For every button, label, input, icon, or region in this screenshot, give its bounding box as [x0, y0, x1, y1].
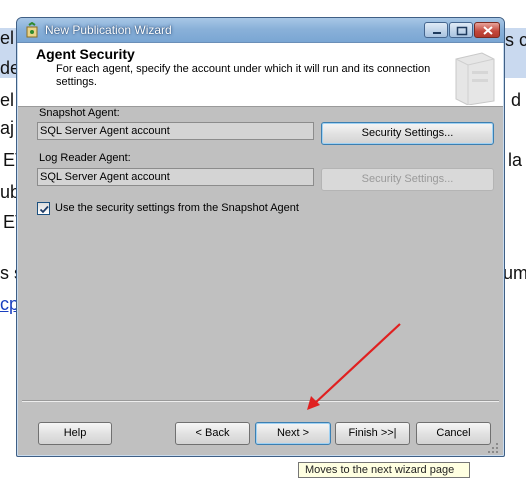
bg-text-fragment: el: [0, 28, 15, 48]
page-description: For each agent, specify the account unde…: [56, 63, 431, 88]
log-reader-agent-label: Log Reader Agent:: [39, 152, 131, 164]
bg-text-fragment: s c: [505, 30, 526, 50]
log-reader-security-settings-button[interactable]: Security Settings...: [321, 168, 494, 191]
snapshot-security-settings-button[interactable]: Security Settings...: [321, 122, 494, 145]
snapshot-agent-label: Snapshot Agent:: [39, 107, 120, 119]
window-title: New Publication Wizard: [45, 23, 172, 37]
bg-text-fragment: um: [503, 263, 526, 283]
minimize-icon: [433, 32, 441, 34]
close-button[interactable]: [474, 22, 500, 38]
bg-text-fragment: d: [511, 90, 522, 110]
maximize-button[interactable]: [449, 22, 473, 38]
resize-grip-icon[interactable]: [487, 442, 499, 454]
page-title: Agent Security: [36, 46, 135, 62]
new-publication-wizard-window: New Publication Wizard Agent Security Fo…: [16, 17, 505, 457]
use-snapshot-settings-checkbox[interactable]: [37, 202, 50, 215]
bg-text-fragment: aj: [0, 118, 15, 138]
checkmark-icon: [39, 205, 49, 214]
bg-text-fragment: el: [0, 90, 15, 110]
minimize-button[interactable]: [424, 22, 448, 38]
finish-button[interactable]: Finish >>|: [335, 422, 410, 445]
wizard-app-icon: [26, 22, 38, 38]
log-reader-agent-account-field: SQL Server Agent account: [37, 168, 314, 186]
footer-divider: [22, 400, 499, 402]
wizard-header: Agent Security For each agent, specify t…: [18, 43, 503, 107]
snapshot-agent-account-field: SQL Server Agent account: [37, 122, 314, 140]
server-graphic-icon: [455, 52, 495, 105]
back-button[interactable]: < Back: [175, 422, 250, 445]
close-icon: [483, 26, 493, 35]
title-bar[interactable]: New Publication Wizard: [17, 18, 504, 43]
next-button[interactable]: Next >: [255, 422, 331, 445]
bg-text-fragment: la: [508, 150, 523, 170]
cancel-button[interactable]: Cancel: [416, 422, 491, 445]
help-button[interactable]: Help: [38, 422, 112, 445]
use-snapshot-settings-label[interactable]: Use the security settings from the Snaps…: [55, 202, 299, 214]
next-button-tooltip: Moves to the next wizard page: [298, 462, 470, 478]
maximize-icon: [456, 26, 468, 36]
